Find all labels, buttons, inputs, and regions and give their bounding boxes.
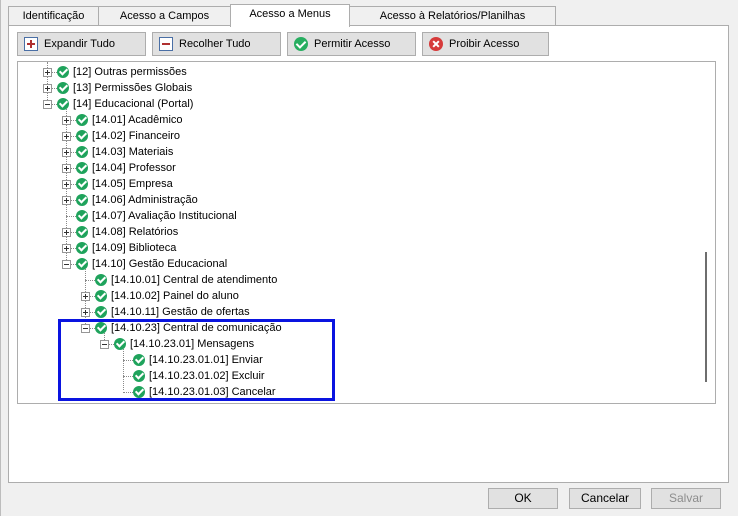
expand-all-button[interactable]: Expandir Tudo: [17, 32, 146, 56]
tree-node[interactable]: [14.07] Avaliação Institucional: [18, 208, 698, 224]
access-allowed-check-icon[interactable]: [95, 274, 107, 286]
tree-node-label: [14.02] Financeiro: [92, 130, 181, 142]
tree-node-label: [14.09] Biblioteca: [92, 242, 177, 254]
cancel-button[interactable]: Cancelar: [569, 488, 641, 509]
ok-button[interactable]: OK: [488, 488, 558, 509]
collapse-all-button[interactable]: Recolher Tudo: [152, 32, 281, 56]
tree-scrollbar[interactable]: [698, 62, 715, 403]
selection-highlight-box: [58, 319, 335, 401]
tree-node-label: [14.10.01] Central de atendimento: [111, 274, 278, 286]
tree-node-label: [14.04] Professor: [92, 162, 176, 174]
tree-node-label: [14.08] Relatórios: [92, 226, 179, 238]
tree-node-label: [14] Educacional (Portal): [73, 98, 194, 110]
tree-node[interactable]: [14.03] Materiais: [18, 144, 698, 160]
access-allowed-check-icon[interactable]: [57, 82, 69, 94]
access-allowed-check-icon[interactable]: [76, 258, 88, 270]
access-allowed-check-icon[interactable]: [76, 178, 88, 190]
tree-node[interactable]: [14.04] Professor: [18, 160, 698, 176]
tab-acesso-relatorios[interactable]: Acesso à Relatórios/Planilhas: [349, 6, 556, 26]
deny-access-label: Proibir Acesso: [449, 38, 520, 50]
scrollbar-thumb[interactable]: [705, 252, 707, 382]
access-allowed-check-icon[interactable]: [57, 66, 69, 78]
access-allowed-check-icon[interactable]: [76, 210, 88, 222]
tree-node-label: [14.07] Avaliação Institucional: [92, 210, 237, 222]
tree-node[interactable]: [14.08] Relatórios: [18, 224, 698, 240]
access-allowed-check-icon[interactable]: [76, 146, 88, 158]
tree-node[interactable]: [14.06] Administração: [18, 192, 698, 208]
access-allowed-check-icon[interactable]: [57, 98, 69, 110]
access-allowed-check-icon[interactable]: [76, 162, 88, 174]
expand-node-icon[interactable]: [43, 84, 52, 93]
tab-acesso-campos[interactable]: Acesso a Campos: [98, 6, 231, 26]
access-allowed-check-icon[interactable]: [76, 242, 88, 254]
expand-all-label: Expandir Tudo: [44, 38, 115, 50]
tree-connector-line: [66, 216, 76, 217]
expand-node-icon[interactable]: [81, 308, 90, 317]
tree-node[interactable]: [14.01] Acadêmico: [18, 112, 698, 128]
tree-node[interactable]: [13] Permissões Globais: [18, 80, 698, 96]
expand-node-icon[interactable]: [81, 292, 90, 301]
tree-node[interactable]: [14.05] Empresa: [18, 176, 698, 192]
access-allowed-check-icon[interactable]: [76, 226, 88, 238]
expand-node-icon[interactable]: [62, 244, 71, 253]
access-allowed-check-icon[interactable]: [95, 306, 107, 318]
expand-node-icon[interactable]: [62, 228, 71, 237]
tree-node-label: [14.10] Gestão Educacional: [92, 258, 228, 270]
deny-circle-icon: [429, 37, 443, 51]
access-allowed-check-icon[interactable]: [76, 114, 88, 126]
tree-node-label: [14.10.02] Painel do aluno: [111, 290, 239, 302]
expand-node-icon[interactable]: [43, 68, 52, 77]
tree-node-label: [14.01] Acadêmico: [92, 114, 183, 126]
collapse-node-icon[interactable]: [43, 100, 52, 109]
save-button[interactable]: Salvar: [651, 488, 721, 509]
tree-connector-line: [85, 280, 95, 281]
expand-node-icon[interactable]: [62, 196, 71, 205]
tab-identificacao[interactable]: Identificação: [8, 6, 99, 26]
tree-node[interactable]: [14.10.02] Painel do aluno: [18, 288, 698, 304]
allow-access-label: Permitir Acesso: [314, 38, 391, 50]
tree-node-label: [12] Outras permissões: [73, 66, 187, 78]
expand-node-icon[interactable]: [62, 180, 71, 189]
tree-node-label: [13] Permissões Globais: [73, 82, 193, 94]
expand-node-icon[interactable]: [62, 164, 71, 173]
tree-node[interactable]: [14] Educacional (Portal): [18, 96, 698, 112]
access-allowed-check-icon[interactable]: [76, 130, 88, 142]
collapse-node-icon[interactable]: [62, 260, 71, 269]
access-allowed-check-icon[interactable]: [95, 290, 107, 302]
tree-node-label: [14.05] Empresa: [92, 178, 173, 190]
tree-node[interactable]: [14.10.11] Gestão de ofertas: [18, 304, 698, 320]
tree-node-label: [14.10.11] Gestão de ofertas: [111, 306, 250, 318]
tree-node[interactable]: [14.02] Financeiro: [18, 128, 698, 144]
tree-node-label: [14.06] Administração: [92, 194, 198, 206]
expand-node-icon[interactable]: [62, 116, 71, 125]
tab-acesso-menus[interactable]: Acesso a Menus: [230, 4, 350, 27]
tab-bar: Identificação Acesso a Campos Acesso a M…: [8, 4, 730, 27]
collapse-all-label: Recolher Tudo: [179, 38, 251, 50]
expand-tree-icon: [24, 37, 38, 51]
tree-node-label: [14.03] Materiais: [92, 146, 174, 158]
check-circle-icon: [294, 37, 308, 51]
tree-node[interactable]: [14.09] Biblioteca: [18, 240, 698, 256]
expand-node-icon[interactable]: [62, 132, 71, 141]
tree-node[interactable]: [14.10.01] Central de atendimento: [18, 272, 698, 288]
deny-access-button[interactable]: Proibir Acesso: [422, 32, 549, 56]
allow-access-button[interactable]: Permitir Acesso: [287, 32, 416, 56]
tree-node[interactable]: [12] Outras permissões: [18, 64, 698, 80]
access-allowed-check-icon[interactable]: [76, 194, 88, 206]
collapse-tree-icon: [159, 37, 173, 51]
expand-node-icon[interactable]: [62, 148, 71, 157]
tree-node[interactable]: [14.10] Gestão Educacional: [18, 256, 698, 272]
